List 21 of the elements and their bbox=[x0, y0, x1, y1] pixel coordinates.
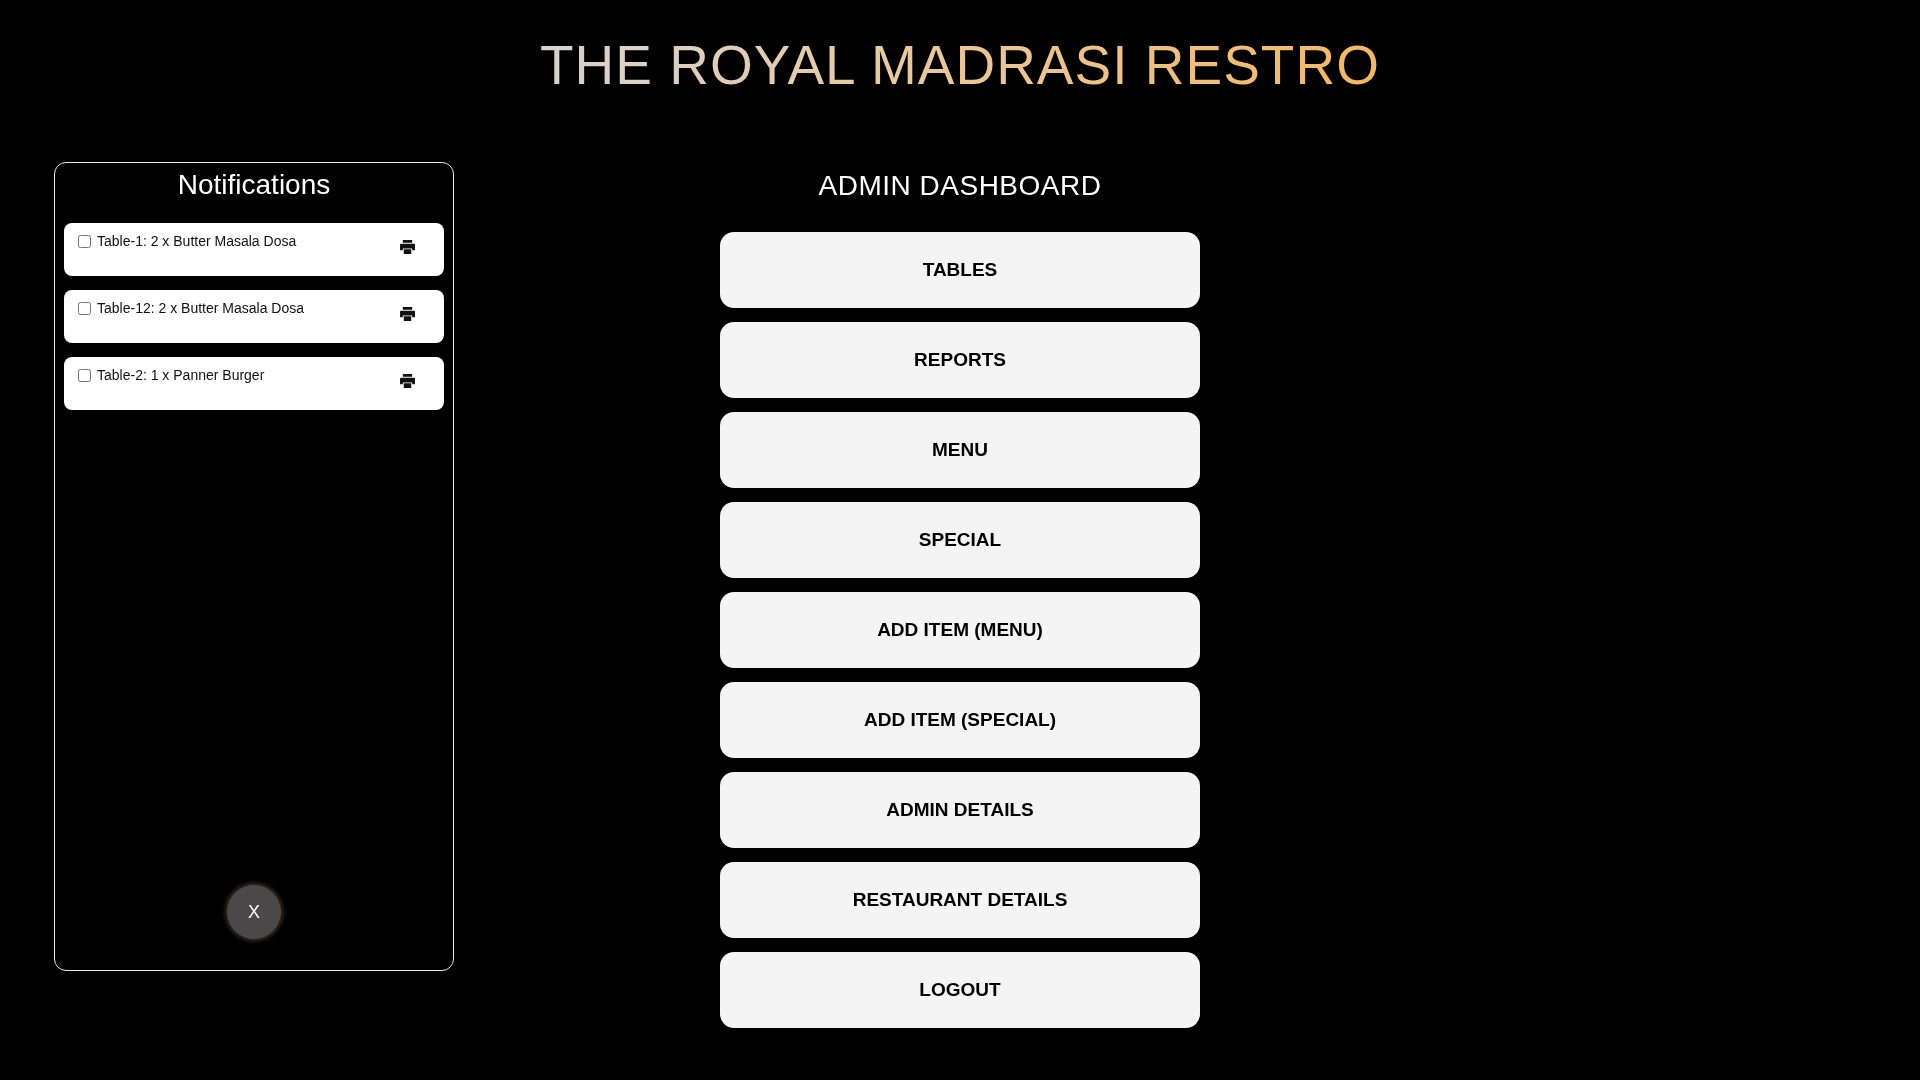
dashboard-button[interactable]: ADD ITEM (MENU) bbox=[720, 592, 1200, 668]
dashboard-button[interactable]: RESTAURANT DETAILS bbox=[720, 862, 1200, 938]
checkbox[interactable] bbox=[78, 235, 91, 248]
dashboard-button[interactable]: MENU bbox=[720, 412, 1200, 488]
printer-icon[interactable] bbox=[400, 240, 415, 254]
notification-text: Table-2: 1 x Panner Burger bbox=[97, 366, 266, 384]
dashboard-button[interactable]: ADMIN DETAILS bbox=[720, 772, 1200, 848]
dashboard-button[interactable]: REPORTS bbox=[720, 322, 1200, 398]
printer-icon[interactable] bbox=[400, 307, 415, 321]
dashboard-button[interactable]: ADD ITEM (SPECIAL) bbox=[720, 682, 1200, 758]
dashboard-title: ADMIN DASHBOARD bbox=[818, 169, 1102, 203]
dashboard-button[interactable]: TABLES bbox=[720, 232, 1200, 308]
checkbox[interactable] bbox=[78, 302, 91, 315]
notification-text: Table-12: 2 x Butter Masala Dosa bbox=[97, 299, 305, 317]
dashboard-button[interactable]: LOGOUT bbox=[720, 952, 1200, 1028]
dashboard-button[interactable]: SPECIAL bbox=[720, 502, 1200, 578]
checkbox[interactable] bbox=[78, 369, 91, 382]
panel-title: Notifications bbox=[177, 168, 331, 202]
notification-text: Table-1: 2 x Butter Masala Dosa bbox=[97, 232, 298, 250]
printer-icon[interactable] bbox=[400, 374, 415, 388]
close-button[interactable]: X bbox=[227, 885, 281, 939]
